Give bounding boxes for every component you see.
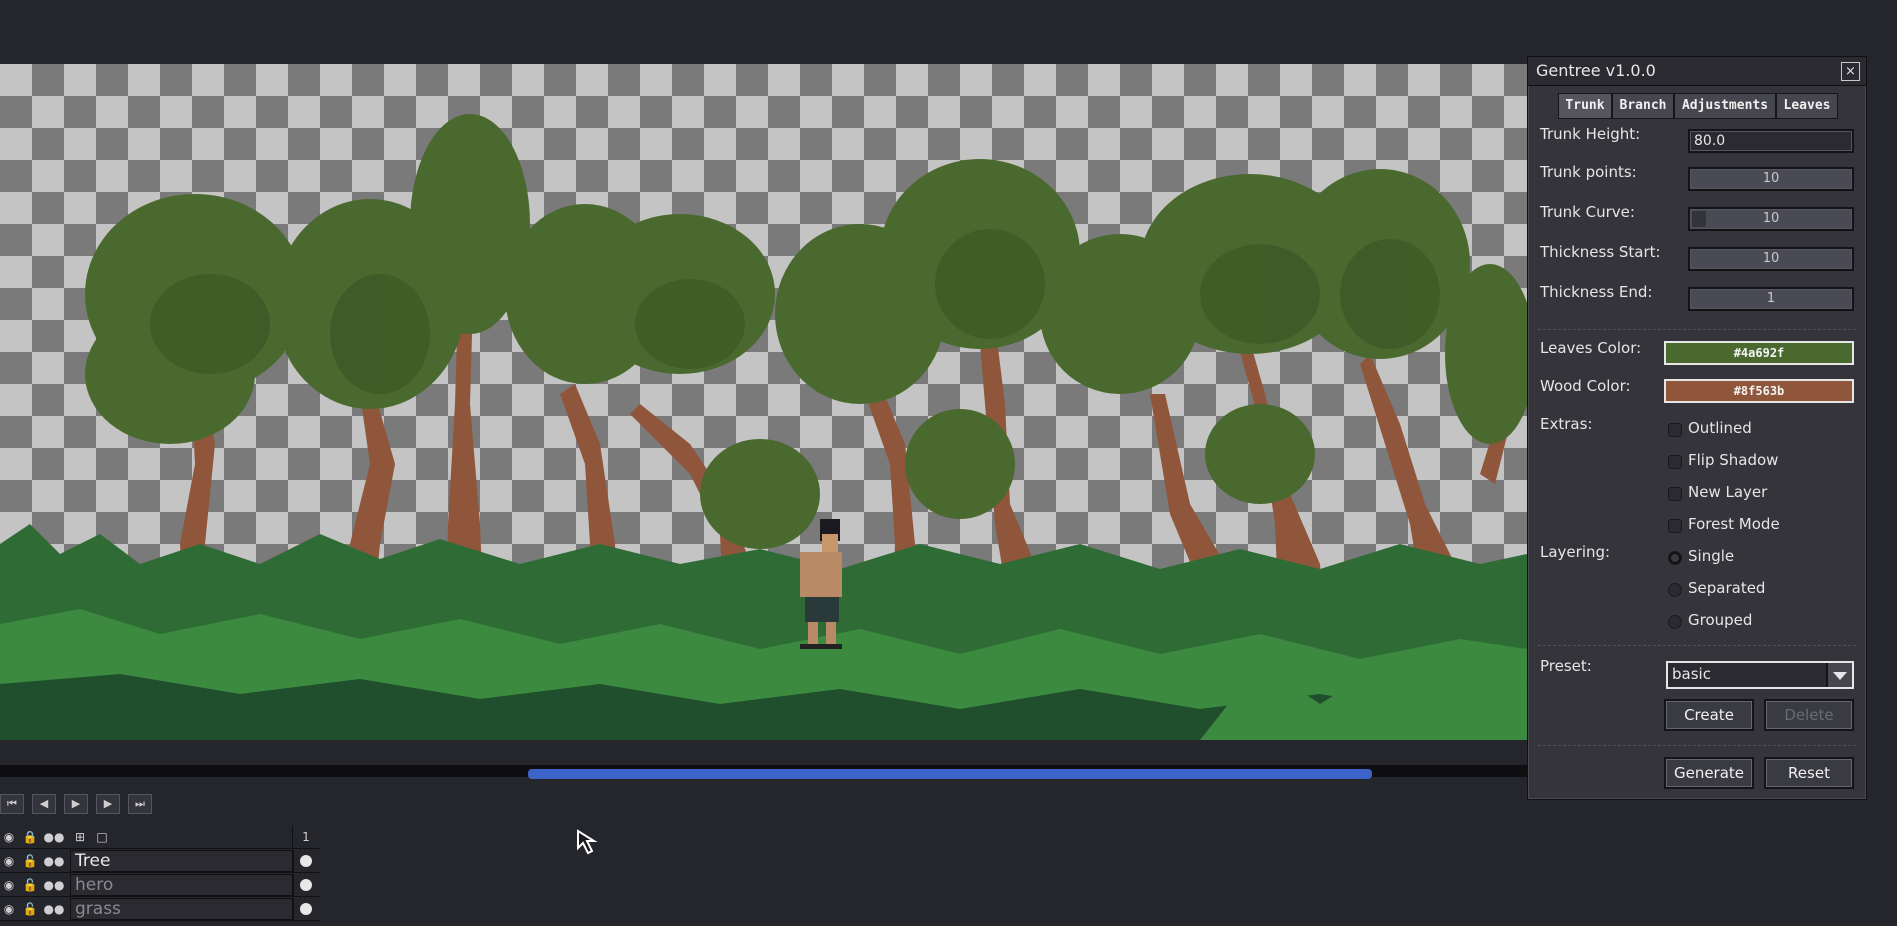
single-radio[interactable]: [1668, 551, 1682, 565]
layers-header-row: ◉ 🔒 ●● ⊞ □ 1: [0, 826, 320, 849]
layers-panel: ◉ 🔒 ●● ⊞ □ 1 ◉ 🔓 ●● Tree ◉ 🔓 ●● hero ◉ 🔓…: [0, 826, 320, 926]
tab-trunk[interactable]: Trunk: [1558, 93, 1612, 119]
eye-icon[interactable]: ◉: [0, 874, 18, 896]
grouped-label: Grouped: [1688, 611, 1753, 629]
dialog-titlebar[interactable]: Gentree v1.0.0 ×: [1528, 57, 1866, 86]
separated-radio[interactable]: [1668, 583, 1682, 597]
wood-color-picker[interactable]: #8f563b: [1664, 379, 1854, 403]
lock-icon[interactable]: 🔓: [20, 874, 40, 896]
single-label: Single: [1688, 547, 1735, 565]
outlined-label: Outlined: [1688, 419, 1752, 437]
generate-button[interactable]: Generate: [1664, 757, 1754, 789]
trunk-points-slider[interactable]: 10: [1688, 167, 1854, 191]
dialog-title: Gentree v1.0.0: [1536, 61, 1656, 80]
layer-name-box[interactable]: grass: [70, 898, 294, 920]
eye-icon[interactable]: ◉: [0, 898, 18, 920]
eye-icon[interactable]: ◉: [0, 850, 18, 872]
trunk-curve-value: 10: [1762, 211, 1780, 226]
new-layer-label: New Layer: [1688, 483, 1768, 501]
frame-header[interactable]: 1: [292, 826, 319, 848]
thickness-start-value: 10: [1762, 251, 1780, 266]
cel-dot-icon: [300, 855, 312, 867]
separated-label: Separated: [1688, 579, 1766, 597]
trunk-points-label: Trunk points:: [1540, 163, 1637, 181]
trunk-curve-slider[interactable]: 10: [1688, 207, 1854, 231]
tab-leaves[interactable]: Leaves: [1776, 93, 1838, 119]
forest-scene: [0, 114, 1527, 740]
layer-group-icon[interactable]: ⊞: [70, 826, 90, 848]
eye-icon[interactable]: ◉: [0, 826, 18, 848]
preset-select[interactable]: basic: [1666, 661, 1854, 689]
cel-dot-icon: [300, 879, 312, 891]
layering-label: Layering:: [1540, 543, 1611, 561]
thickness-start-slider[interactable]: 10: [1688, 247, 1854, 271]
timeline-scrollbar-thumb[interactable]: [528, 769, 1372, 779]
layer-name: Tree: [75, 851, 111, 871]
new-layer-checkbox[interactable]: [1668, 487, 1682, 501]
forest-mode-label: Forest Mode: [1688, 515, 1780, 533]
trunk-height-label: Trunk Height:: [1540, 125, 1641, 143]
grouped-radio[interactable]: [1668, 615, 1682, 629]
create-button[interactable]: Create: [1664, 699, 1754, 731]
tree-canopies: [85, 114, 1527, 549]
trunk-points-value: 10: [1762, 171, 1780, 186]
flip-shadow-label: Flip Shadow: [1688, 451, 1779, 469]
lock-icon[interactable]: 🔓: [20, 850, 40, 872]
flip-shadow-checkbox[interactable]: [1668, 455, 1682, 469]
layer-name: grass: [75, 899, 121, 919]
outlined-checkbox[interactable]: [1668, 423, 1682, 437]
prev-frame-button[interactable]: ◀: [32, 794, 56, 814]
next-frame-button[interactable]: ▶: [96, 794, 120, 814]
cel[interactable]: [292, 850, 319, 872]
trunk-height-value: 80.0: [1694, 133, 1726, 149]
thickness-end-label: Thickness End:: [1540, 283, 1653, 301]
link-icon[interactable]: ●●: [42, 850, 66, 872]
thickness-end-slider[interactable]: 1: [1688, 287, 1854, 311]
link-icon[interactable]: ●●: [42, 874, 66, 896]
link-icon[interactable]: ●●: [42, 826, 66, 848]
close-icon[interactable]: ×: [1841, 62, 1860, 81]
leaves-color-picker[interactable]: #4a692f: [1664, 341, 1854, 365]
thickness-end-value: 1: [1766, 291, 1776, 306]
layer-row-hero[interactable]: ◉ 🔓 ●● hero: [0, 874, 320, 897]
leaves-color-label: Leaves Color:: [1540, 339, 1642, 357]
layer-name-box[interactable]: Tree: [70, 850, 294, 872]
layer-name-box[interactable]: hero: [70, 874, 294, 896]
lock-icon[interactable]: 🔒: [20, 826, 40, 848]
forest-mode-checkbox[interactable]: [1668, 519, 1682, 533]
tab-adjustments[interactable]: Adjustments: [1674, 93, 1776, 119]
play-button[interactable]: ▶: [64, 794, 88, 814]
preset-label: Preset:: [1540, 657, 1592, 675]
chevron-down-icon[interactable]: [1826, 663, 1852, 687]
cel[interactable]: [292, 898, 319, 920]
reset-button[interactable]: Reset: [1764, 757, 1854, 789]
preset-value: basic: [1672, 665, 1711, 683]
link-icon[interactable]: ●●: [42, 898, 66, 920]
sprite-canvas[interactable]: [0, 64, 1527, 740]
trunk-height-input[interactable]: 80.0: [1688, 129, 1854, 153]
mouse-cursor-icon: [575, 828, 605, 862]
cel-dot-icon: [300, 903, 312, 915]
layer-name: hero: [75, 875, 114, 895]
frame-number: 1: [302, 830, 310, 844]
divider: [1538, 329, 1856, 330]
extras-label: Extras:: [1540, 415, 1593, 433]
gentree-dialog: Gentree v1.0.0 × Trunk Branch Adjustment…: [1527, 56, 1867, 800]
divider: [1538, 645, 1856, 646]
delete-button[interactable]: Delete: [1764, 699, 1854, 731]
lock-icon[interactable]: 🔓: [20, 898, 40, 920]
layer-row-grass[interactable]: ◉ 🔓 ●● grass: [0, 898, 320, 921]
divider: [1538, 745, 1856, 746]
trunk-curve-label: Trunk Curve:: [1540, 203, 1635, 221]
layer-row-tree[interactable]: ◉ 🔓 ●● Tree: [0, 850, 320, 873]
cel[interactable]: [292, 874, 319, 896]
tab-branch[interactable]: Branch: [1612, 93, 1674, 119]
wood-color-label: Wood Color:: [1540, 377, 1631, 395]
first-frame-button[interactable]: ⏮: [0, 794, 24, 814]
thickness-start-label: Thickness Start:: [1540, 243, 1661, 261]
last-frame-button[interactable]: ⏭: [128, 794, 152, 814]
cel-icon[interactable]: □: [92, 826, 112, 848]
